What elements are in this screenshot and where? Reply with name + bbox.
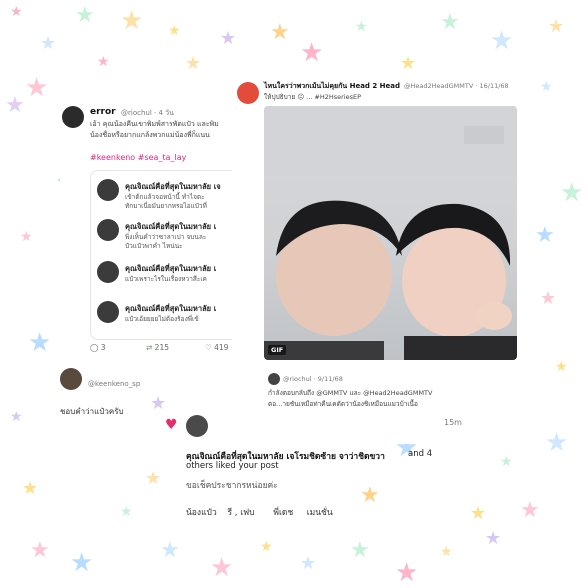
star-icon: ★: [540, 79, 553, 95]
star-icon: ★: [545, 428, 569, 458]
retweet-count-value: 215: [154, 343, 169, 352]
star-icon: ★: [145, 468, 162, 489]
quoted-tweet-avatar: [97, 261, 119, 283]
reply-icon: ◯: [90, 343, 101, 352]
quoted-tweet-text: แป๋วเพราะไรในเรื่องหวาสีะเค: [125, 275, 207, 283]
notification-avatar: [186, 415, 208, 437]
star-icon: ★: [70, 548, 94, 578]
mention-text: ชอบคำว่าแป๋วครับ: [60, 407, 124, 416]
star-icon: ★: [500, 454, 513, 470]
quoted-tweet-avatar: [97, 219, 119, 241]
star-icon: ★: [10, 4, 23, 20]
left-tweet-handle: @riochul · 4 วัน: [121, 109, 174, 117]
tweet-photo[interactable]: [264, 106, 517, 360]
left-tweet-text-1: เอ้า คุณน้องคีนเขาพิมพ์สารพัดแป๋ว และพิม: [90, 120, 219, 128]
star-icon: ★: [260, 539, 273, 555]
star-icon: ★: [10, 409, 23, 425]
notification-line3: ขอเช็คประชากรหน่อยค่ะ: [186, 481, 278, 491]
star-icon: ★: [540, 288, 557, 309]
star-icon: ★: [20, 229, 33, 245]
reply-count-value: 3: [100, 343, 106, 352]
left-tweet-hashtags[interactable]: #keenkeno #sea_ta_lay: [90, 153, 186, 162]
star-icon: ★: [22, 478, 39, 499]
reply-text: ตอ...ายชันเหมือท่าคีนเคตัดว่าน้องชิเหมือ…: [268, 400, 418, 408]
star-icon: ★: [555, 359, 568, 375]
star-icon: ★: [5, 93, 25, 118]
heart-icon: ♥: [165, 417, 178, 433]
star-icon: ★: [150, 393, 167, 414]
right-tweet-handle: @Head2HeadGMMTV · 16/11/68: [404, 82, 509, 90]
reply-to-line: กำลังตอบกลับถึง @GMMTV และ @Head2HeadGMM…: [268, 389, 433, 397]
reply-handle: @riochul · 9/11/68: [283, 375, 343, 383]
notification-suffix: and 4: [408, 449, 433, 459]
star-icon: ★: [25, 73, 49, 103]
star-icon: ★: [120, 504, 133, 520]
star-icon: ★: [440, 10, 460, 35]
star-icon: ★: [355, 19, 368, 35]
star-icon: ★: [300, 38, 324, 68]
right-tweet-line2: ให้ปุปธิบาย 😖 ... #H2HseriesEP: [264, 93, 362, 101]
quoted-tweet-avatar: [97, 179, 119, 201]
photo-illustration: [264, 106, 517, 360]
right-tweet-avatar: [237, 82, 259, 104]
reply-count[interactable]: ◯ 3: [90, 343, 106, 352]
star-icon: ★: [535, 223, 555, 248]
star-icon: ★: [470, 503, 487, 524]
mention-avatar: [60, 368, 82, 390]
quoted-tweet-text: ทักมาเนี่ยมันยากหรอไอแป๋วที่: [125, 202, 207, 210]
star-icon: ★: [40, 33, 57, 54]
gif-badge: GIF: [268, 345, 287, 355]
star-icon: ★: [395, 558, 419, 588]
star-icon: ★: [75, 3, 95, 28]
star-icon: ★: [520, 498, 540, 523]
star-icon: ★: [360, 483, 380, 508]
star-icon: ★: [160, 538, 180, 563]
star-icon: ★: [440, 544, 453, 560]
quoted-tweet[interactable]: คุณจิณณ์คือที่สุดในมหาลัย เ แป๋วเอ้ยยยยไ…: [97, 301, 241, 329]
quoted-tweet-text: ป๋วแป๋วพาคำ ไหน่นะ: [125, 242, 183, 250]
quoted-tweet-avatar: [97, 301, 119, 323]
star-icon: ★: [350, 538, 370, 563]
star-icon: ★: [120, 6, 144, 36]
star-icon: ★: [270, 20, 290, 45]
star-icon: ★: [185, 53, 202, 74]
like-icon: ♡: [205, 343, 215, 352]
star-icon: ★: [485, 528, 502, 549]
like-count[interactable]: ♡ 419: [205, 343, 228, 352]
reply-avatar: [268, 373, 280, 385]
notification-line2: others liked your post: [186, 461, 279, 471]
quoted-tweet[interactable]: คุณจิณณ์คือที่สุดในมหาลัย เ แป๋วเพราะไรใ…: [97, 261, 241, 289]
star-icon: ★: [300, 553, 317, 574]
right-tweet-title: ไหนใครว่าพวกเม้นไม่คุยกัน Head 2 Head: [264, 82, 401, 90]
notification-footer: น้องแป๋ว รี , เฟบ พี่เดช เมนชั่น: [186, 508, 333, 518]
quoted-tweets-box[interactable]: คุณจิณณ์คือที่สุดในมหาลัย เจ เข้าต้กแล้ว…: [90, 170, 242, 340]
star-icon: ★: [28, 328, 52, 358]
left-tweet-name: error: [90, 107, 116, 117]
retweet-icon: ⇄: [146, 343, 155, 352]
like-count-value: 419: [214, 343, 229, 352]
star-icon: ★: [220, 28, 237, 49]
star-icon: ★: [168, 23, 181, 39]
star-icon: ★: [560, 178, 584, 208]
left-tweet-avatar: [62, 106, 84, 128]
quoted-tweet[interactable]: คุณจิณณ์คือที่สุดในมหาลัย เจ เข้าต้กแล้ว…: [97, 179, 241, 211]
star-icon: ★: [400, 53, 417, 74]
retweet-count[interactable]: ⇄ 215: [146, 343, 169, 352]
star-icon: ★: [490, 26, 514, 56]
star-icon: ★: [210, 553, 234, 583]
star-icon: ★: [30, 538, 50, 563]
quoted-tweet-text: แป๋วเอ้ยยยยไม่ต้องร้องพี่เข้: [125, 315, 199, 323]
timestamp: 15m: [444, 418, 462, 427]
star-icon: ★: [97, 54, 110, 70]
left-tweet-text-2: น้องชื่อหรือยากแกล้งพวกแม่น้องพี่ก็แนน: [90, 131, 210, 139]
mention-handle[interactable]: @keenkeno_sp: [88, 380, 140, 388]
star-icon: ★: [548, 16, 565, 37]
quoted-tweet[interactable]: คุณจิณณ์คือที่สุดในมหาลัย เ พิ่งเห็นคำว่…: [97, 219, 241, 251]
